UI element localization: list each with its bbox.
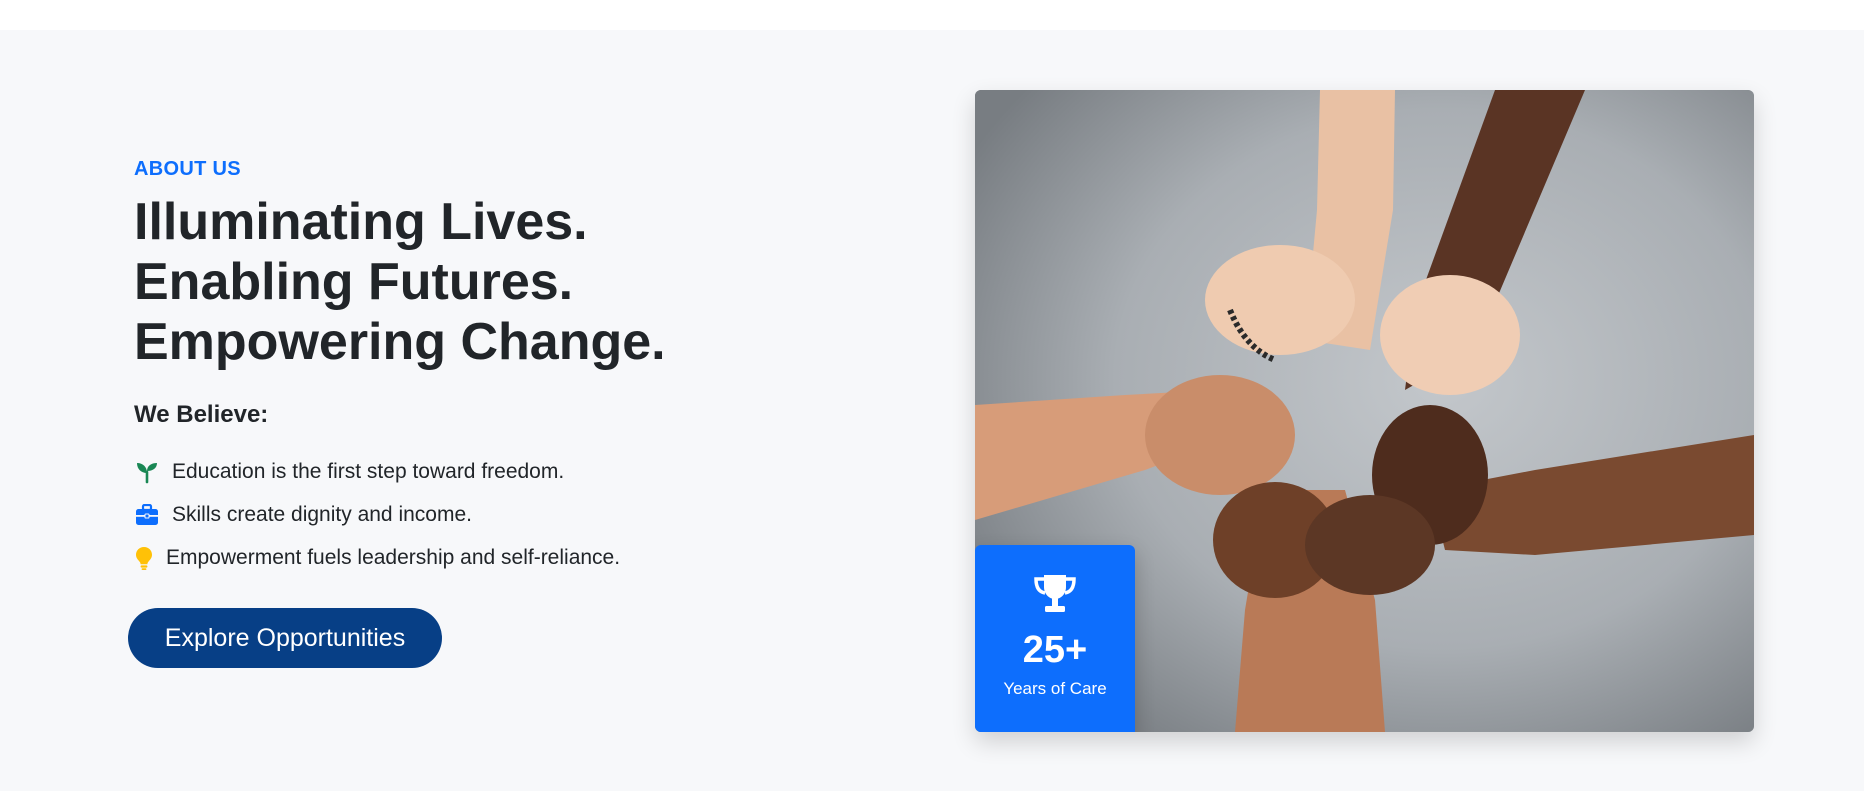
belief-text: Skills create dignity and income. — [172, 502, 472, 526]
about-image-card: 25+ Years of Care — [975, 90, 1754, 732]
about-section: ABOUT US Illuminating Lives. Enabling Fu… — [0, 30, 1864, 791]
belief-text: Empowerment fuels leadership and self-re… — [166, 545, 621, 569]
heading-line-2: Enabling Futures. — [134, 253, 574, 311]
about-heading: Illuminating Lives. Enabling Futures. Em… — [134, 192, 834, 372]
beliefs-list: Education is the first step toward freed… — [134, 450, 620, 579]
stat-label: Years of Care — [1003, 679, 1107, 698]
lightbulb-icon — [134, 545, 154, 571]
seedling-icon — [134, 459, 160, 485]
beliefs-subheading: We Believe: — [134, 401, 269, 428]
belief-item: Skills create dignity and income. — [134, 493, 620, 536]
heading-line-3: Empowering Change. — [134, 313, 666, 371]
briefcase-icon — [134, 502, 160, 528]
section-eyebrow: ABOUT US — [134, 158, 241, 180]
belief-item: Empowerment fuels leadership and self-re… — [134, 536, 620, 579]
heading-line-1: Illuminating Lives. — [134, 193, 588, 251]
years-stat-card: 25+ Years of Care — [975, 545, 1135, 732]
trophy-icon — [1032, 573, 1078, 620]
belief-text: Education is the first step toward freed… — [172, 459, 565, 483]
stat-value: 25+ — [1022, 629, 1088, 671]
belief-item: Education is the first step toward freed… — [134, 450, 620, 493]
explore-opportunities-button[interactable]: Explore Opportunities — [128, 608, 442, 668]
